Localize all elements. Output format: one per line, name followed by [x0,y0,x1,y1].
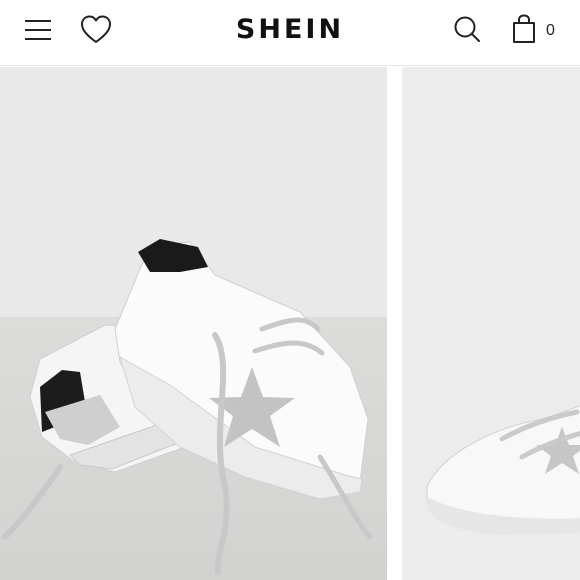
search-button[interactable] [447,10,487,50]
menu-button[interactable] [19,10,59,50]
shopping-bag-button[interactable]: 0 [504,10,560,50]
shopping-bag-icon [513,14,535,43]
shein-logo[interactable]: SHEIN [190,13,390,47]
search-icon [454,16,480,42]
wishlist-button[interactable] [76,10,116,50]
bag-item-count: 0 [546,22,555,39]
hamburger-menu-icon [25,20,51,40]
sneakers-pair-image [0,67,387,580]
top-navigation-bar: SHEIN 0 [0,0,580,66]
sneaker-side-image [402,67,580,580]
product-image-main[interactable] [0,67,387,580]
heart-icon [81,15,111,43]
product-image-next[interactable] [402,67,580,580]
product-image-gallery[interactable] [0,67,580,580]
